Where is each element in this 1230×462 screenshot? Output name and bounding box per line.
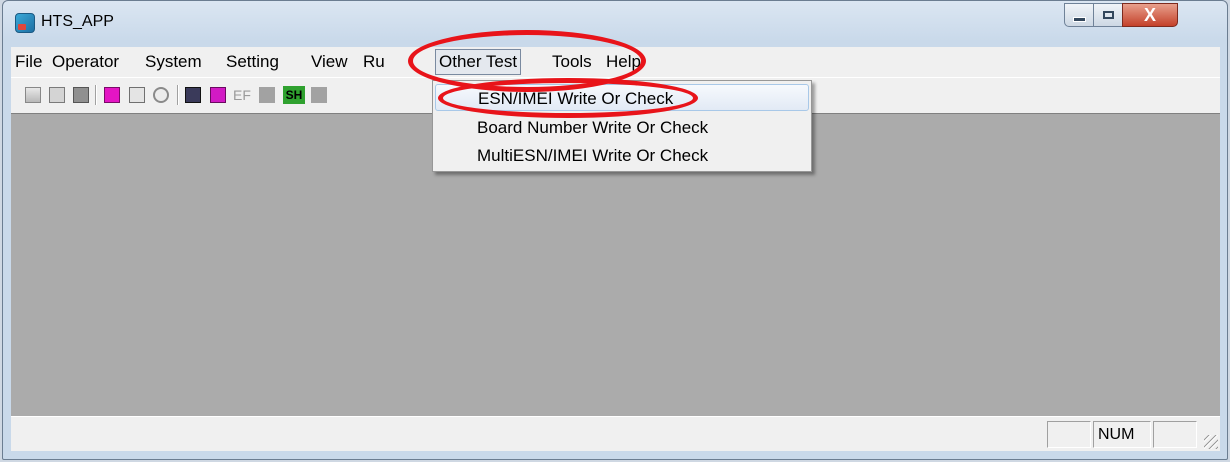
maximize-button[interactable] [1093, 3, 1123, 27]
menu-setting[interactable]: Setting [226, 47, 279, 77]
main-window: HTS_APP X File Operator System Setting V… [2, 0, 1228, 460]
other-test-dropdown: ESN/IMEI Write Or Check Board Number Wri… [432, 80, 812, 172]
open-icon[interactable] [25, 87, 41, 103]
num-lock-indicator: NUM [1093, 421, 1151, 448]
menu-view[interactable]: View [311, 47, 348, 77]
menu-operator[interactable]: Operator [52, 47, 119, 77]
status-pane-empty [1047, 421, 1091, 448]
menu-item-board-number-write-or-check[interactable]: Board Number Write Or Check [435, 114, 809, 141]
menu-bar: File Operator System Setting View Ru Oth… [11, 47, 1220, 77]
maximize-icon [1102, 11, 1114, 19]
properties-icon[interactable] [49, 87, 65, 103]
sh-icon[interactable]: SH [283, 86, 305, 104]
notebook-icon[interactable] [210, 87, 226, 103]
status-pane-empty [1153, 421, 1197, 448]
resize-grip[interactable] [1204, 435, 1218, 449]
menu-system[interactable]: System [145, 47, 202, 77]
save-icon[interactable] [73, 87, 89, 103]
minimize-icon [1072, 16, 1086, 22]
menu-run[interactable]: Ru [363, 47, 385, 77]
menu-tools[interactable]: Tools [552, 47, 592, 77]
toolbar-separator [177, 85, 179, 105]
key-icon[interactable] [104, 87, 120, 103]
app-icon [15, 13, 35, 33]
gray-square-icon[interactable] [259, 87, 275, 103]
gray-square-icon[interactable] [311, 87, 327, 103]
minimize-button[interactable] [1064, 3, 1094, 27]
ef-icon[interactable]: EF [233, 86, 251, 104]
menu-item-multiesn-imei-write-or-check[interactable]: MultiESN/IMEI Write Or Check [435, 142, 809, 169]
window-title: HTS_APP [41, 13, 114, 30]
close-icon: X [1143, 5, 1156, 25]
toolbar-separator [95, 85, 97, 105]
menu-file[interactable]: File [15, 47, 42, 77]
calculator-icon[interactable] [185, 87, 201, 103]
menu-item-esn-imei-write-or-check[interactable]: ESN/IMEI Write Or Check [435, 84, 809, 111]
stop-icon[interactable] [153, 87, 169, 103]
close-button[interactable]: X [1122, 3, 1178, 27]
menu-help[interactable]: Help [606, 47, 641, 77]
menu-other-test[interactable]: Other Test [435, 49, 522, 75]
play-icon[interactable] [129, 87, 145, 103]
title-bar[interactable]: HTS_APP X [3, 1, 1227, 41]
status-bar: NUM [11, 416, 1220, 451]
